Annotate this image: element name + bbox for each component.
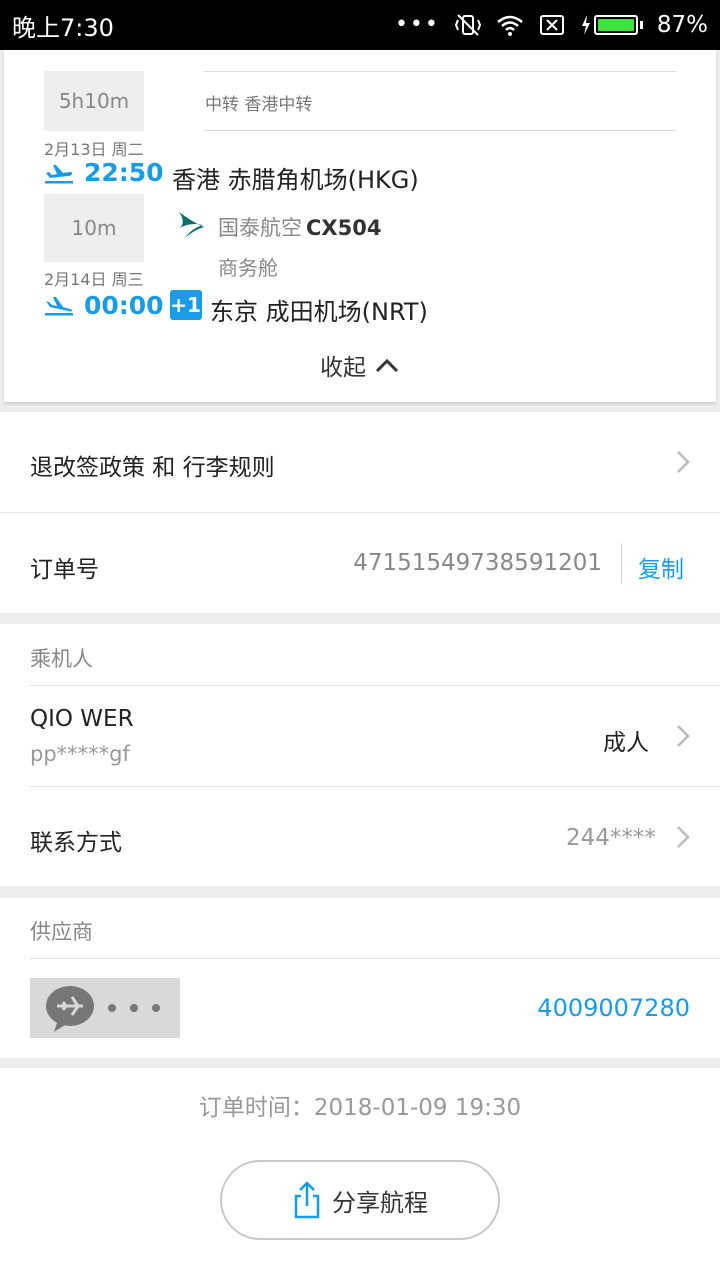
cathay-pacific-logo-icon bbox=[179, 212, 204, 238]
day-offset-badge: +1 bbox=[169, 290, 202, 320]
divider bbox=[204, 130, 676, 131]
order-row: 订单号 47151549738591201 复制 bbox=[0, 513, 720, 613]
cabin-class: 商务舱 bbox=[218, 256, 278, 280]
chevron-right-icon bbox=[677, 725, 690, 747]
depart-time: 22:50 bbox=[84, 158, 164, 187]
policy-row[interactable]: 退改签政策 和 行李规则 bbox=[0, 412, 720, 512]
contact-label: 联系方式 bbox=[30, 830, 122, 856]
supplier-section: 供应商 4009007280 bbox=[0, 898, 720, 1058]
airline-name: 国泰航空 bbox=[218, 216, 302, 240]
collapse-label: 收起 bbox=[320, 355, 366, 381]
passenger-title: 乘机人 bbox=[30, 647, 93, 671]
supplier-logo bbox=[30, 978, 180, 1038]
chevron-right-icon bbox=[677, 826, 690, 848]
status-time: 晚上7:30 bbox=[12, 13, 114, 42]
charging-icon bbox=[581, 15, 590, 35]
landing-icon bbox=[45, 297, 73, 316]
depart-row: 22:50 bbox=[44, 158, 164, 187]
takeoff-icon bbox=[45, 164, 73, 183]
depart-date: 2月13日 周二 bbox=[44, 140, 144, 159]
airline-info: 国泰航空 CX504 bbox=[218, 212, 381, 242]
contact-value: 244**** bbox=[566, 825, 656, 851]
itinerary-card: 5h10m 中转 香港中转 2月13日 周二 22:50 香港 赤腊角机场(HK… bbox=[4, 50, 716, 402]
battery-icon bbox=[593, 15, 638, 35]
vertical-divider bbox=[621, 543, 622, 583]
passenger-name: QIO WER bbox=[30, 706, 134, 732]
arrive-row: 00:00 +1 bbox=[44, 290, 202, 320]
passenger-section: 乘机人 QIO WER pp*****gf 成人 联系方式 244**** bbox=[0, 624, 720, 886]
order-number: 47151549738591201 bbox=[353, 550, 602, 576]
arrive-date: 2月14日 周三 bbox=[44, 270, 144, 289]
wifi-icon bbox=[497, 15, 523, 36]
flight-number: CX504 bbox=[306, 216, 382, 240]
divider bbox=[204, 71, 676, 72]
passenger-row[interactable]: QIO WER pp*****gf 成人 bbox=[0, 686, 720, 786]
arrive-airport: 东京 成田机场(NRT) bbox=[210, 298, 428, 326]
transfer-text: 中转 香港中转 bbox=[205, 95, 313, 115]
passenger-type: 成人 bbox=[603, 730, 649, 756]
order-label: 订单号 bbox=[30, 557, 99, 583]
order-time: 订单时间：2018-01-09 19:30 bbox=[198, 1095, 522, 1121]
flight-duration: 10m bbox=[44, 194, 144, 262]
supplier-title: 供应商 bbox=[30, 920, 93, 944]
passenger-id: pp*****gf bbox=[30, 742, 130, 766]
share-icon bbox=[294, 1181, 320, 1219]
layover-duration: 5h10m bbox=[44, 71, 144, 131]
arrive-time: 00:00 bbox=[84, 290, 164, 320]
collapse-button[interactable]: 收起 bbox=[4, 348, 716, 382]
copy-button[interactable]: 复制 bbox=[638, 550, 684, 584]
chat-airplane-icon bbox=[46, 986, 160, 1032]
supplier-phone[interactable]: 4009007280 bbox=[537, 994, 690, 1022]
vibrate-off-icon bbox=[454, 14, 481, 36]
status-bar: 晚上7:30 ••• 87% bbox=[0, 0, 720, 50]
policy-label: 退改签政策 和 行李规则 bbox=[30, 455, 275, 481]
more-dots: ••• bbox=[394, 12, 440, 37]
share-label: 分享航程 bbox=[332, 1188, 428, 1217]
battery-percent: 87% bbox=[656, 12, 708, 38]
chevron-up-icon bbox=[375, 358, 399, 373]
no-sim-icon bbox=[539, 15, 564, 35]
contact-row[interactable]: 联系方式 244**** bbox=[0, 787, 720, 886]
battery-indicator bbox=[580, 14, 643, 36]
divider bbox=[30, 958, 720, 959]
depart-airport: 香港 赤腊角机场(HKG) bbox=[172, 166, 419, 194]
chevron-right-icon bbox=[677, 451, 690, 473]
share-itinerary-button[interactable]: 分享航程 bbox=[220, 1160, 500, 1240]
